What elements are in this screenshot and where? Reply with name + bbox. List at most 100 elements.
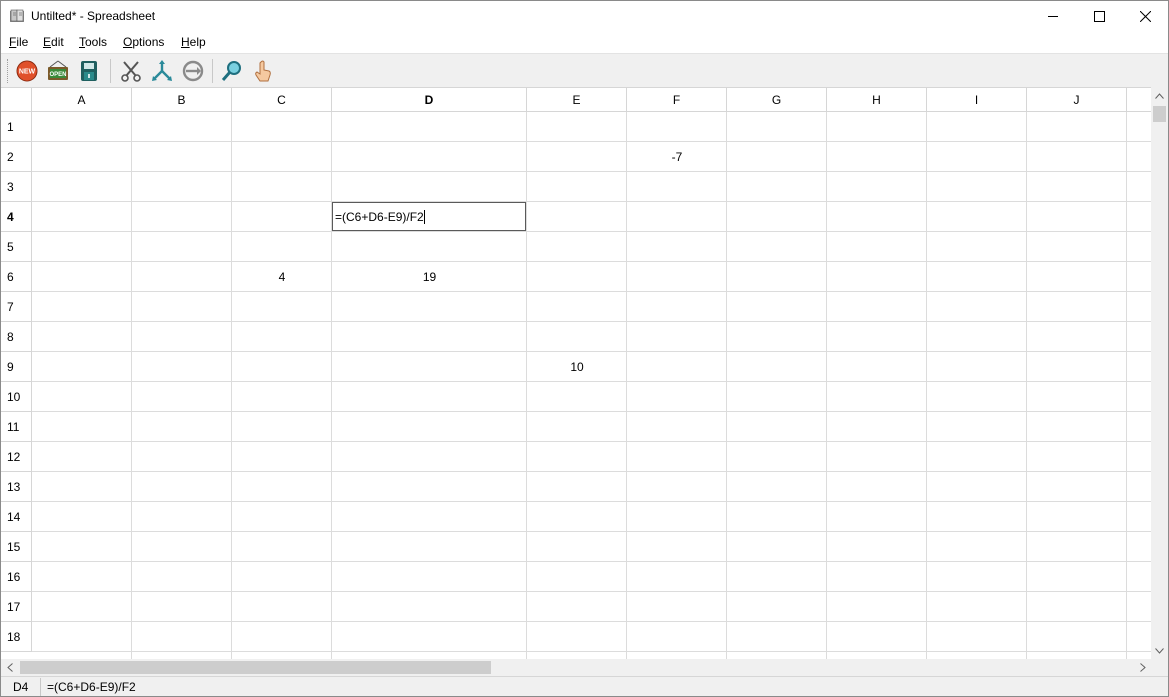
menu-edit-accel: E: [43, 35, 52, 49]
horizontal-scrollbar[interactable]: [1, 659, 1151, 676]
menu-tools[interactable]: Tools: [79, 35, 107, 49]
column-header-d[interactable]: D: [332, 88, 527, 112]
cell-d6[interactable]: 19: [332, 262, 527, 292]
cut-icon: [121, 61, 141, 82]
gridline: [131, 112, 132, 659]
status-bar: D4 =(C6+D6-E9)/F2: [1, 676, 1168, 696]
vertical-scroll-thumb[interactable]: [1153, 106, 1166, 122]
row-header-9[interactable]: 9: [1, 352, 32, 382]
row-header-6[interactable]: 6: [1, 262, 32, 292]
column-header-b[interactable]: B: [132, 88, 232, 112]
cell-editor-d4[interactable]: =(C6+D6-E9)/F2: [332, 202, 526, 231]
column-header-h[interactable]: H: [827, 88, 927, 112]
gridline: [32, 531, 1151, 532]
maximize-icon: [1093, 11, 1105, 22]
cut-button[interactable]: [118, 58, 144, 84]
maximize-button[interactable]: [1076, 1, 1122, 32]
scroll-up-button[interactable]: [1151, 87, 1168, 104]
vertical-scrollbar[interactable]: [1151, 87, 1168, 659]
find-icon: [221, 61, 241, 81]
close-icon: [1139, 11, 1151, 22]
toolbar-grip[interactable]: [7, 59, 9, 83]
new-icon: NEW: [16, 60, 38, 82]
cell-e9[interactable]: 10: [527, 352, 627, 382]
title-bar: Untilted* - Spreadsheet: [1, 1, 1168, 32]
menu-help-label: elp: [189, 35, 206, 49]
gridline: [726, 112, 727, 659]
row-header-18[interactable]: 18: [1, 622, 32, 652]
scroll-right-button[interactable]: [1134, 659, 1151, 676]
window-title: Untilted* - Spreadsheet: [31, 9, 156, 23]
column-header-j[interactable]: J: [1027, 88, 1127, 112]
scroll-left-button[interactable]: [1, 659, 18, 676]
row-header-1[interactable]: 1: [1, 112, 32, 142]
menu-edit-label: dit: [51, 35, 64, 49]
gridline: [1026, 112, 1027, 659]
paste-icon: [182, 60, 204, 82]
new-button[interactable]: NEW: [14, 58, 40, 84]
cell-f2[interactable]: -7: [627, 142, 727, 172]
gridline: [32, 171, 1151, 172]
menu-file-label: ile: [16, 35, 29, 49]
menu-help[interactable]: Help: [181, 35, 206, 49]
cell-c6[interactable]: 4: [232, 262, 332, 292]
menu-tools-label: ools: [85, 35, 108, 49]
row-header-16[interactable]: 16: [1, 562, 32, 592]
menu-file[interactable]: File: [9, 35, 28, 49]
paste-button[interactable]: [180, 58, 206, 84]
gridline: [331, 112, 332, 659]
minimize-button[interactable]: [1030, 1, 1076, 32]
scroll-down-button[interactable]: [1151, 642, 1168, 659]
menu-options[interactable]: Options: [123, 35, 164, 49]
row-header-15[interactable]: 15: [1, 532, 32, 562]
gridline: [32, 621, 1151, 622]
row-header-10[interactable]: 10: [1, 382, 32, 412]
gridline: [32, 441, 1151, 442]
toolbar-separator: [212, 59, 213, 83]
gridline: [32, 321, 1151, 322]
horizontal-scroll-thumb[interactable]: [20, 661, 491, 674]
spreadsheet-grid[interactable]: A B C D E F G H I J 1 2 3 4 5 6 7 8 9 10…: [1, 87, 1151, 659]
gridline: [32, 201, 1151, 202]
menu-edit[interactable]: Edit: [43, 35, 64, 49]
column-header-e[interactable]: E: [527, 88, 627, 112]
select-all-corner[interactable]: [1, 88, 32, 112]
row-header-2[interactable]: 2: [1, 142, 32, 172]
gridline: [32, 591, 1151, 592]
close-button[interactable]: [1122, 1, 1168, 32]
spreadsheet-window: Untilted* - Spreadsheet File Edit Tools …: [0, 0, 1169, 697]
help-pointer-button[interactable]: [250, 58, 276, 84]
row-header-3[interactable]: 3: [1, 172, 32, 202]
row-header-4[interactable]: 4: [1, 202, 32, 232]
chevron-up-icon: [1155, 92, 1164, 99]
gridline: [1126, 112, 1127, 659]
row-header-13[interactable]: 13: [1, 472, 32, 502]
row-header-8[interactable]: 8: [1, 322, 32, 352]
column-header-a[interactable]: A: [32, 88, 132, 112]
column-header-i[interactable]: I: [927, 88, 1027, 112]
row-header-11[interactable]: 11: [1, 412, 32, 442]
chevron-right-icon: [1139, 663, 1146, 672]
row-header-17[interactable]: 17: [1, 592, 32, 622]
row-header-5[interactable]: 5: [1, 232, 32, 262]
gridline: [32, 501, 1151, 502]
row-header-7[interactable]: 7: [1, 292, 32, 322]
status-formula: =(C6+D6-E9)/F2: [47, 680, 136, 694]
copy-button[interactable]: [149, 58, 175, 84]
save-button[interactable]: [76, 58, 102, 84]
gridline: [32, 561, 1151, 562]
new-icon-text: NEW: [19, 69, 36, 76]
row-header-12[interactable]: 12: [1, 442, 32, 472]
gridline: [231, 112, 232, 659]
status-cell-reference: D4: [1, 678, 41, 696]
column-header-f[interactable]: F: [627, 88, 727, 112]
column-header-g[interactable]: G: [727, 88, 827, 112]
gridline: [626, 112, 627, 659]
copy-icon: [152, 60, 172, 81]
row-header-14[interactable]: 14: [1, 502, 32, 532]
save-icon: [81, 61, 97, 81]
find-button[interactable]: [219, 58, 245, 84]
column-header-c[interactable]: C: [232, 88, 332, 112]
open-button[interactable]: OPEN: [45, 58, 71, 84]
column-header-partial[interactable]: [1127, 88, 1151, 112]
